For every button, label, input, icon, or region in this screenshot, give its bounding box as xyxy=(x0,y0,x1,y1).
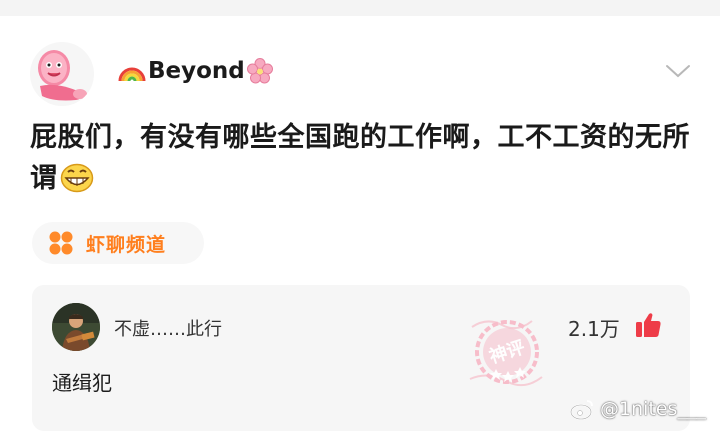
author-username[interactable]: Beyond xyxy=(148,58,245,84)
comment-text: 通缉犯 xyxy=(52,371,112,395)
channel-flower-icon xyxy=(49,231,73,255)
author-avatar[interactable] xyxy=(30,42,94,106)
grinning-emoji-icon xyxy=(60,163,94,205)
thumbs-up-icon[interactable] xyxy=(634,311,662,339)
weibo-logo-icon xyxy=(570,400,593,420)
page: Beyond 屁股们，有没有哪些全国跑的工作啊，工不工资的无所谓 虾聊频道 神评… xyxy=(0,0,720,431)
channel-tag[interactable]: 虾聊频道 xyxy=(32,222,204,264)
stamp-icon: 神评 xyxy=(469,320,543,387)
commenter-avatar[interactable] xyxy=(52,303,100,351)
post-body: 屁股们，有没有哪些全国跑的工作啊，工不工资的无所谓 xyxy=(30,117,695,205)
watermark-text: @1nites___ xyxy=(600,398,706,420)
post-text: 屁股们，有没有哪些全国跑的工作啊，工不工资的无所谓 xyxy=(30,122,690,194)
rainbow-icon xyxy=(118,67,146,82)
channel-label[interactable]: 虾聊频道 xyxy=(86,230,166,257)
watermark: @1nites___ xyxy=(570,398,706,420)
commenter-username[interactable]: 不虚……此行 xyxy=(114,315,222,341)
cherry-blossom-icon xyxy=(246,58,273,84)
author-name-row[interactable]: Beyond xyxy=(118,54,273,88)
chevron-down-icon[interactable] xyxy=(664,62,692,80)
like-count: 2.1万 xyxy=(568,317,620,341)
